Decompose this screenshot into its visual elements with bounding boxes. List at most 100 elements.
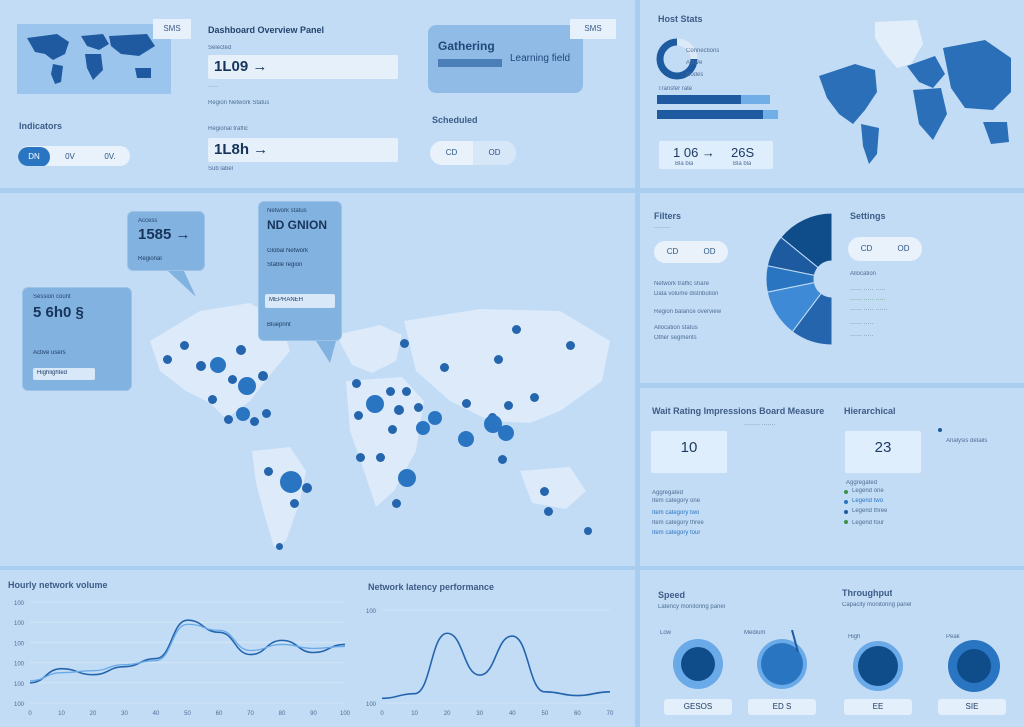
segment-option-3[interactable]: 0V. xyxy=(90,147,130,166)
x-tick-label: 40 xyxy=(509,711,516,717)
x-tick-label: 0 xyxy=(28,711,32,717)
map-marker[interactable] xyxy=(280,471,302,493)
segment-option-2[interactable]: 0V xyxy=(50,147,90,166)
pie-right-title: Settings xyxy=(850,211,886,221)
pie-line-4: Allocation status xyxy=(654,325,698,331)
map-marker[interactable] xyxy=(394,405,404,415)
legend-dot-3 xyxy=(844,510,848,514)
map-marker[interactable] xyxy=(352,379,361,388)
callout-top[interactable]: Network status ND GNION Global Network S… xyxy=(258,201,342,341)
map-marker[interactable] xyxy=(180,341,189,350)
map-marker[interactable] xyxy=(262,409,271,418)
top-toggle[interactable]: CD OD xyxy=(430,141,516,165)
pie-line-1: Network traffic share xyxy=(654,281,709,287)
map-marker[interactable] xyxy=(400,339,409,348)
map-marker[interactable] xyxy=(386,387,395,396)
map-marker[interactable] xyxy=(366,395,384,413)
map-marker[interactable] xyxy=(210,357,226,373)
mini-world-map xyxy=(17,24,171,94)
map-marker[interactable] xyxy=(530,393,539,402)
pie-panel-subtitle: ········ xyxy=(654,225,670,231)
y-tick-label: 100 xyxy=(14,682,25,688)
legend-item-1: Legend one xyxy=(852,488,884,494)
top-toggle-option-2[interactable]: OD xyxy=(473,141,516,165)
map-marker[interactable] xyxy=(414,403,423,412)
promo-bar xyxy=(438,59,502,67)
map-marker[interactable] xyxy=(238,377,256,395)
x-tick-label: 20 xyxy=(90,711,97,717)
pie-toggle-option-2[interactable]: OD xyxy=(691,241,728,263)
map-marker[interactable] xyxy=(163,355,172,364)
map-marker[interactable] xyxy=(504,401,513,410)
map-marker[interactable] xyxy=(566,341,575,350)
segment-option-1[interactable]: DN xyxy=(18,147,50,166)
map-marker[interactable] xyxy=(236,345,246,355)
legend-item-2: Legend two xyxy=(852,498,884,504)
map-marker[interactable] xyxy=(440,363,449,372)
pie-line-5: Other segments xyxy=(654,335,697,341)
metric-caption-a: Aggregated xyxy=(652,490,684,496)
x-tick-label: 20 xyxy=(444,711,451,717)
x-tick-label: 50 xyxy=(542,711,549,717)
map-marker[interactable] xyxy=(402,387,411,396)
map-marker[interactable] xyxy=(208,395,217,404)
map-marker[interactable] xyxy=(584,527,592,535)
summary-panel: Host Stats Connections Active Nodes Tran… xyxy=(640,0,1024,188)
map-marker[interactable] xyxy=(428,411,442,425)
x-tick-label: 40 xyxy=(153,711,160,717)
pie-right-toggle-option-1[interactable]: CD xyxy=(848,237,885,261)
field2-input[interactable]: 1L8h → xyxy=(208,138,398,162)
pie-right-toggle[interactable]: CD OD xyxy=(848,237,922,261)
map-marker[interactable] xyxy=(498,425,514,441)
callout-mid-label: Access xyxy=(138,218,158,224)
callout-left[interactable]: Session count 5 6h0 § Active users Highl… xyxy=(22,287,132,391)
map-marker[interactable] xyxy=(290,499,299,508)
map-marker[interactable] xyxy=(196,361,206,371)
map-marker[interactable] xyxy=(354,411,363,420)
callout-top-sub2: Stable region xyxy=(267,262,303,268)
map-marker[interactable] xyxy=(388,425,397,434)
map-marker[interactable] xyxy=(236,407,250,421)
map-marker[interactable] xyxy=(416,421,430,435)
callout-left-sub1: Active users xyxy=(33,350,66,356)
pie-toggle-option-1[interactable]: CD xyxy=(654,241,691,263)
map-marker[interactable] xyxy=(250,417,259,426)
map-marker[interactable] xyxy=(302,483,312,493)
map-marker[interactable] xyxy=(540,487,549,496)
map-marker[interactable] xyxy=(458,431,474,447)
pie-toggle[interactable]: CD OD xyxy=(654,241,728,263)
promo-card[interactable]: Gathering Learning field xyxy=(428,25,583,93)
callout-left-value: 5 6h0 § xyxy=(33,304,84,321)
y-tick-label: 100 xyxy=(14,601,25,607)
pie-right-toggle-option-2[interactable]: OD xyxy=(885,237,922,261)
map-marker[interactable] xyxy=(228,375,237,384)
callout-mid[interactable]: Access 1585 → Regional xyxy=(127,211,205,271)
map-marker[interactable] xyxy=(494,355,503,364)
map-marker[interactable] xyxy=(276,543,283,550)
bar-caption-1: Transfer rate xyxy=(658,86,693,92)
metrics-panel: Wait Rating Impressions Board Measure ··… xyxy=(640,388,1024,566)
field1-input[interactable]: 1L09 → xyxy=(208,55,398,79)
y-tick-label: 100 xyxy=(14,621,25,627)
callout-top-chip: MEPRANEH xyxy=(265,294,335,308)
segment-control[interactable]: DN 0V 0V. xyxy=(18,146,130,166)
map-marker[interactable] xyxy=(398,469,416,487)
toggle-label: Scheduled xyxy=(432,115,478,125)
map-marker[interactable] xyxy=(264,467,273,476)
map-marker[interactable] xyxy=(224,415,233,424)
promo-badge[interactable]: SMS xyxy=(570,19,616,39)
summary-stat-2: 26S xyxy=(731,145,755,160)
gauge-value-3: EE xyxy=(844,699,912,715)
callout-left-sub2: Highlighted xyxy=(37,370,68,376)
map-marker[interactable] xyxy=(392,499,401,508)
map-marker[interactable] xyxy=(356,453,365,462)
header-badge[interactable]: SMS xyxy=(153,19,191,39)
map-marker[interactable] xyxy=(498,455,507,464)
top-toggle-option-1[interactable]: CD xyxy=(430,141,473,165)
map-marker[interactable] xyxy=(462,399,471,408)
map-marker[interactable] xyxy=(544,507,553,516)
map-marker[interactable] xyxy=(258,371,268,381)
legend-item-3: Legend three xyxy=(852,508,888,514)
map-marker[interactable] xyxy=(512,325,521,334)
map-marker[interactable] xyxy=(376,453,385,462)
